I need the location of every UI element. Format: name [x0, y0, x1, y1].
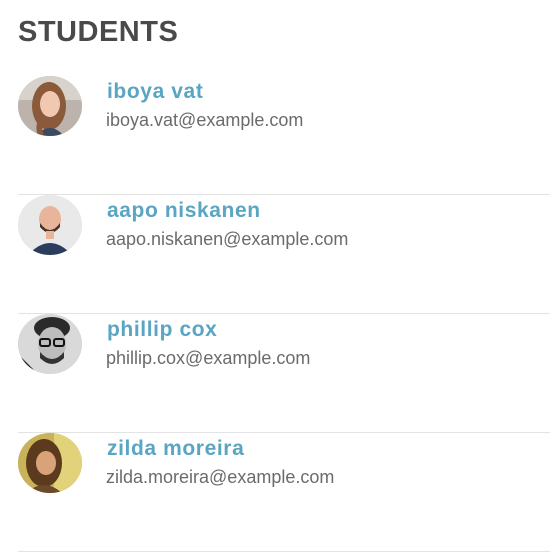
list-item[interactable]: aapo niskanen aapo.niskanen@example.com: [18, 195, 550, 314]
student-photo-man-glasses-bw-icon: [18, 314, 82, 374]
avatar[interactable]: [18, 314, 82, 374]
student-email: phillip.cox@example.com: [106, 348, 311, 368]
student-email: iboya.vat@example.com: [106, 110, 304, 130]
list-item[interactable]: phillip cox phillip.cox@example.com: [18, 314, 550, 433]
student-name-link[interactable]: zilda moreira: [107, 437, 244, 461]
student-name-link[interactable]: aapo niskanen: [107, 199, 261, 223]
list-item[interactable]: zilda moreira zilda.moreira@example.com: [18, 433, 550, 552]
student-email: zilda.moreira@example.com: [106, 467, 335, 487]
page-title: STUDENTS: [18, 16, 179, 48]
student-email: aapo.niskanen@example.com: [106, 229, 349, 249]
list-item[interactable]: iboya vat iboya.vat@example.com: [18, 76, 550, 195]
avatar[interactable]: [18, 195, 82, 255]
student-photo-bald-man-beard-icon: [18, 195, 82, 255]
avatar[interactable]: [18, 433, 82, 493]
student-photo-woman-warm-tones-icon: [18, 433, 82, 493]
student-photo-woman-red-hair-icon: [18, 76, 82, 136]
student-list: iboya vat iboya.vat@example.com aapo nis…: [18, 76, 550, 552]
student-name-link[interactable]: iboya vat: [107, 80, 203, 104]
avatar[interactable]: [18, 76, 82, 136]
student-name-link[interactable]: phillip cox: [107, 318, 217, 342]
students-panel: STUDENTS iboya vat iboya.vat@example.com: [18, 0, 550, 552]
